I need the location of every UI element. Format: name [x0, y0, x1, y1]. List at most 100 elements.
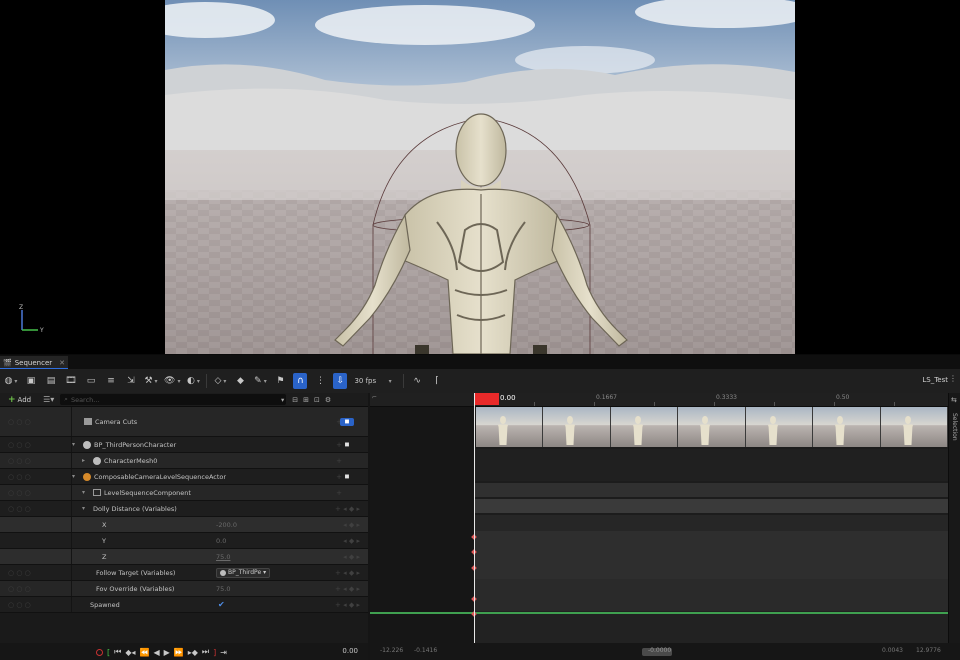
filter-icon[interactable]: ☰▾ — [43, 395, 54, 404]
loop-icon[interactable]: ⇥ — [220, 648, 227, 657]
y-value-field[interactable]: 0.0 — [216, 537, 226, 545]
camera-lock-icon[interactable]: ◼ — [340, 417, 354, 426]
camera-icon[interactable]: ◼ — [340, 473, 354, 481]
collapse-arrow-icon[interactable]: ▾ — [72, 441, 80, 448]
fov-value-field[interactable]: 75.0 — [216, 585, 230, 593]
lane-spawned[interactable] — [474, 611, 948, 643]
playhead-line[interactable] — [474, 393, 475, 643]
lane-dolly-distance[interactable] — [474, 515, 948, 531]
key-nav-icons[interactable]: ◂ ◆ ▸ — [343, 537, 360, 545]
auto-key-icon[interactable]: ◆ — [233, 373, 247, 389]
play-icon[interactable]: ▶ — [164, 648, 170, 657]
view-end-field[interactable]: 12.9776 — [916, 647, 941, 654]
snap-icon[interactable]: ∩ — [293, 373, 308, 389]
world-icon[interactable]: ◍ — [4, 373, 18, 389]
play-reverse-icon[interactable]: ◀ — [153, 648, 159, 657]
track-row-level-sequence-component[interactable]: ○ ○ ○ ▾ LevelSequenceComponent + — [0, 485, 368, 501]
timeline-area[interactable]: ⌐ 0.1667 0.3333 0.50 0.00 — [370, 393, 948, 643]
expand-arrow-icon[interactable]: ▸ — [82, 457, 90, 464]
camera-icon[interactable]: ◼ — [340, 441, 354, 449]
row-add-icon[interactable]: + — [336, 457, 342, 465]
snap-options-icon[interactable]: ⋮ — [313, 373, 327, 389]
fps-select[interactable]: 30 fps — [350, 377, 380, 385]
lane-level-sequence-component[interactable] — [474, 499, 948, 513]
track-row-fov-override[interactable]: ○ ○ ○ Fov Override (Variables) 75.0 + ◂ … — [0, 581, 368, 597]
record-button[interactable] — [96, 648, 103, 656]
key-nav-icons[interactable]: + ◂ ◆ ▸ — [335, 601, 360, 609]
lane-bp-thirdperson[interactable] — [474, 449, 948, 481]
track-row-y[interactable]: Y 0.0 ◂ ◆ ▸ — [0, 533, 368, 549]
marker-icon[interactable]: ⚑ — [273, 373, 287, 389]
transform-icon[interactable]: ⇲ — [124, 373, 138, 389]
curve-editor-icon[interactable]: ∿ — [410, 373, 424, 389]
track-row-dolly-distance[interactable]: ○ ○ ○ ▾ Dolly Distance (Variables) + ◂ ◆… — [0, 501, 368, 517]
jump-to-start-icon[interactable]: ⏮ — [114, 647, 121, 657]
set-end-icon[interactable]: ] — [213, 648, 216, 657]
key-nav-icons[interactable]: + ◂ ◆ ▸ — [335, 505, 360, 513]
track-row-follow-target[interactable]: ○ ○ ○ Follow Target (Variables) BP_Third… — [0, 565, 368, 581]
track-row-camera-cuts[interactable]: ○ ○ ○ Camera Cuts + ◼ — [0, 407, 368, 437]
row-add-icon[interactable]: + — [336, 489, 342, 497]
camera-icon[interactable]: ▭ — [84, 373, 98, 389]
details-sidebar[interactable]: ⇆ Selection — [948, 393, 960, 643]
level-viewport[interactable]: Z Y — [0, 0, 960, 354]
key-icon[interactable]: ◇ — [213, 373, 227, 389]
add-track-button[interactable]: + Add — [4, 394, 35, 406]
eye-icon[interactable]: 👁 — [164, 373, 180, 389]
track-row-z[interactable]: Z 75.0 ◂ ◆ ▸ — [0, 549, 368, 565]
lane-xyz[interactable] — [474, 531, 948, 579]
camera-cuts-thumbnails[interactable] — [476, 407, 948, 447]
lane-follow-fov[interactable] — [474, 579, 948, 611]
search-input[interactable]: ⌕ Search... ▾ — [60, 394, 287, 405]
time-ruler[interactable]: ⌐ 0.1667 0.3333 0.50 0.00 — [370, 393, 948, 407]
step-back-icon[interactable]: ⏪ — [140, 648, 150, 657]
sequence-name[interactable]: LS_Test — [922, 376, 948, 384]
x-value-field[interactable]: -200.0 — [216, 521, 237, 529]
settings-icon[interactable]: ⚙ — [325, 396, 331, 404]
brush-icon[interactable]: ✎ — [253, 373, 267, 389]
lock-frame-icon[interactable]: ⇩ — [333, 373, 348, 389]
key-nav-icons[interactable]: + ◂ ◆ ▸ — [335, 569, 360, 577]
list-icon[interactable]: ≡ — [104, 373, 118, 389]
expand-icon[interactable]: ⊞ — [303, 396, 309, 404]
next-key-icon[interactable]: ▸◆ — [188, 648, 198, 657]
collapse-arrow-icon[interactable]: ▾ — [82, 489, 90, 496]
track-row-charactermesh[interactable]: ○ ○ ○ ▸ CharacterMesh0 + — [0, 453, 368, 469]
follow-target-picker[interactable]: BP_ThirdPe ▾ — [216, 567, 271, 578]
track-row-x[interactable]: X -200.0 ◂ ◆ ▸ — [0, 517, 368, 533]
selection-tab-label[interactable]: Selection — [951, 413, 958, 441]
close-icon[interactable]: ✕ — [59, 359, 65, 367]
set-start-icon[interactable]: [ — [107, 648, 110, 657]
view-start-field[interactable]: -12.226 — [380, 647, 403, 654]
chevron-down-icon[interactable]: ▾ — [383, 373, 397, 389]
chevron-down-icon[interactable]: ▾ — [281, 396, 284, 404]
track-row-composable-camera[interactable]: ○ ○ ○ ▾ ComposableCameraLevelSequenceAct… — [0, 469, 368, 485]
collapse-arrow-icon[interactable]: ▾ — [82, 505, 90, 512]
save-as-icon[interactable]: ▤ — [44, 373, 58, 389]
wrench-icon[interactable]: ⚒ — [144, 373, 158, 389]
track-row-bp-thirdperson[interactable]: ○ ○ ○ ▾ BP_ThirdPersonCharacter + ◼ — [0, 437, 368, 453]
jump-to-end-icon[interactable]: ⏭ — [202, 647, 209, 657]
key-nav-icons[interactable]: ◂ ◆ ▸ — [343, 553, 360, 561]
save-icon[interactable]: ▣ — [24, 373, 38, 389]
playhead-handle[interactable] — [474, 393, 499, 405]
viewport-render[interactable] — [165, 0, 795, 354]
playback-options-icon[interactable]: ◐ — [186, 373, 200, 389]
z-value-field[interactable]: 75.0 — [216, 553, 230, 561]
play-end-field[interactable]: 0.0043 — [882, 647, 903, 654]
collapse-icon[interactable]: ⊟ — [292, 396, 298, 404]
sync-icon[interactable]: ⊡ — [314, 396, 320, 404]
previous-key-icon[interactable]: ◆◂ — [125, 648, 135, 657]
current-time-field[interactable]: 0.00 — [342, 647, 358, 655]
step-forward-icon[interactable]: ⏩ — [174, 648, 184, 657]
collapse-arrow-icon[interactable]: ▾ — [72, 473, 80, 480]
spawned-checkbox[interactable]: ✔ — [218, 600, 225, 609]
render-movie-icon[interactable]: 🎞 — [64, 373, 78, 389]
track-row-spawned[interactable]: ○ ○ ○ Spawned ✔ + ◂ ◆ ▸ — [0, 597, 368, 613]
navigation-tool-icon[interactable]: ⌈ — [430, 373, 444, 389]
key-nav-icons[interactable]: ◂ ◆ ▸ — [343, 521, 360, 529]
play-start-field[interactable]: -0.1416 — [414, 647, 437, 654]
key-nav-icons[interactable]: + ◂ ◆ ▸ — [335, 585, 360, 593]
lane-composable-camera[interactable] — [474, 483, 948, 497]
more-options-icon[interactable]: ⋮ — [949, 374, 957, 383]
